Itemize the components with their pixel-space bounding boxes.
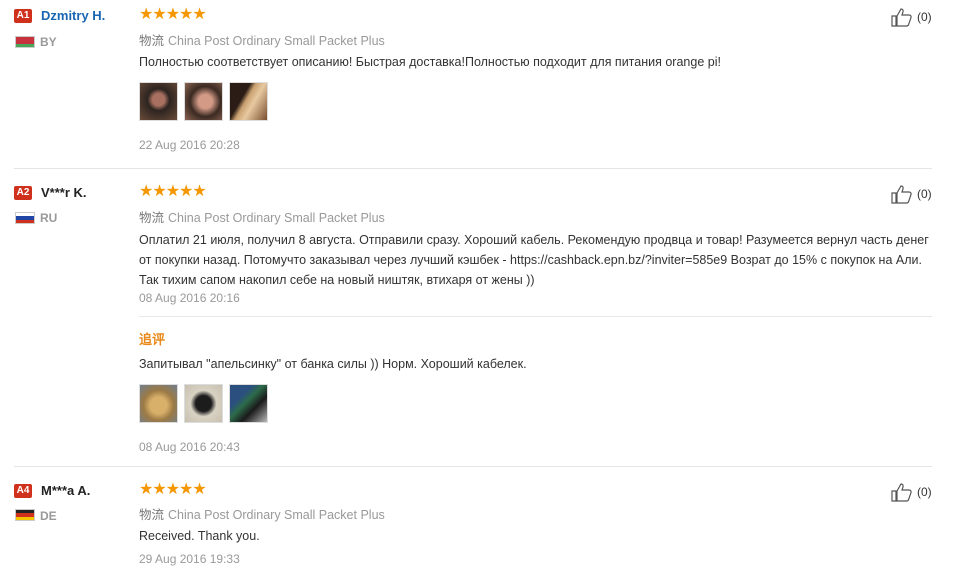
logistics-label: 物流 — [139, 508, 165, 522]
buyer-name[interactable]: Dzmitry H. — [41, 8, 105, 23]
logistics-method: China Post Ordinary Small Packet Plus — [168, 34, 385, 48]
logistics-info: 物流 China Post Ordinary Small Packet Plus — [139, 504, 385, 523]
helpful-button[interactable]: (0) — [890, 482, 932, 502]
thumbs-up-icon — [891, 8, 912, 27]
star-rating: ★★★★★ — [139, 6, 207, 23]
helpful-count: (0) — [917, 187, 932, 201]
flag-ru-icon — [15, 212, 35, 224]
review-date: 29 Aug 2016 19:33 — [139, 552, 240, 566]
thumbs-up-icon — [891, 185, 912, 204]
review-text: Received. Thank you. — [139, 529, 260, 543]
append-divider — [139, 316, 932, 317]
star-rating: ★★★★★ — [139, 183, 207, 200]
buyer-level-badge: A4 — [14, 484, 32, 498]
review-text: Полностью соответствует описанию! Быстра… — [139, 55, 721, 69]
review-photo-thumbnail[interactable] — [184, 82, 223, 121]
review-photo-thumbnail[interactable] — [184, 384, 223, 423]
review-date: 08 Aug 2016 20:16 — [139, 291, 240, 305]
logistics-info: 物流 China Post Ordinary Small Packet Plus — [139, 30, 385, 49]
buyer-level-badge: A2 — [14, 186, 32, 200]
buyer-country: DE — [40, 509, 57, 523]
helpful-button[interactable]: (0) — [890, 7, 932, 27]
logistics-method: China Post Ordinary Small Packet Plus — [168, 211, 385, 225]
helpful-count: (0) — [917, 485, 932, 499]
helpful-count: (0) — [917, 10, 932, 24]
review-photo-thumbnail[interactable] — [229, 82, 268, 121]
buyer-name: M***a A. — [41, 483, 91, 498]
review-divider — [14, 466, 932, 467]
review-text: Оплатил 21 июля, получил 8 августа. Отпр… — [139, 233, 929, 287]
logistics-label: 物流 — [139, 211, 165, 225]
additional-feedback-photos — [139, 384, 268, 423]
buyer-country: BY — [40, 35, 57, 49]
buyer-country: RU — [40, 211, 58, 225]
helpful-button[interactable]: (0) — [890, 184, 932, 204]
buyer-level-badge: A1 — [14, 9, 32, 23]
review-divider — [14, 168, 932, 169]
logistics-info: 物流 China Post Ordinary Small Packet Plus — [139, 207, 385, 226]
flag-by-icon — [15, 36, 35, 48]
review-photo-thumbnail[interactable] — [229, 384, 268, 423]
additional-feedback-date: 08 Aug 2016 20:43 — [139, 440, 240, 454]
star-rating: ★★★★★ — [139, 481, 207, 498]
logistics-label: 物流 — [139, 34, 165, 48]
additional-feedback-text: Запитывал "апельсинку" от банка силы )) … — [139, 357, 527, 371]
flag-de-icon — [15, 509, 35, 521]
review-photo-thumbnail[interactable] — [139, 384, 178, 423]
review-photos — [139, 82, 268, 121]
logistics-method: China Post Ordinary Small Packet Plus — [168, 508, 385, 522]
review-photo-thumbnail[interactable] — [139, 82, 178, 121]
review-date: 22 Aug 2016 20:28 — [139, 138, 240, 152]
additional-feedback-label: 追评 — [139, 332, 166, 347]
thumbs-up-icon — [891, 483, 912, 502]
buyer-name: V***r K. — [41, 185, 87, 200]
